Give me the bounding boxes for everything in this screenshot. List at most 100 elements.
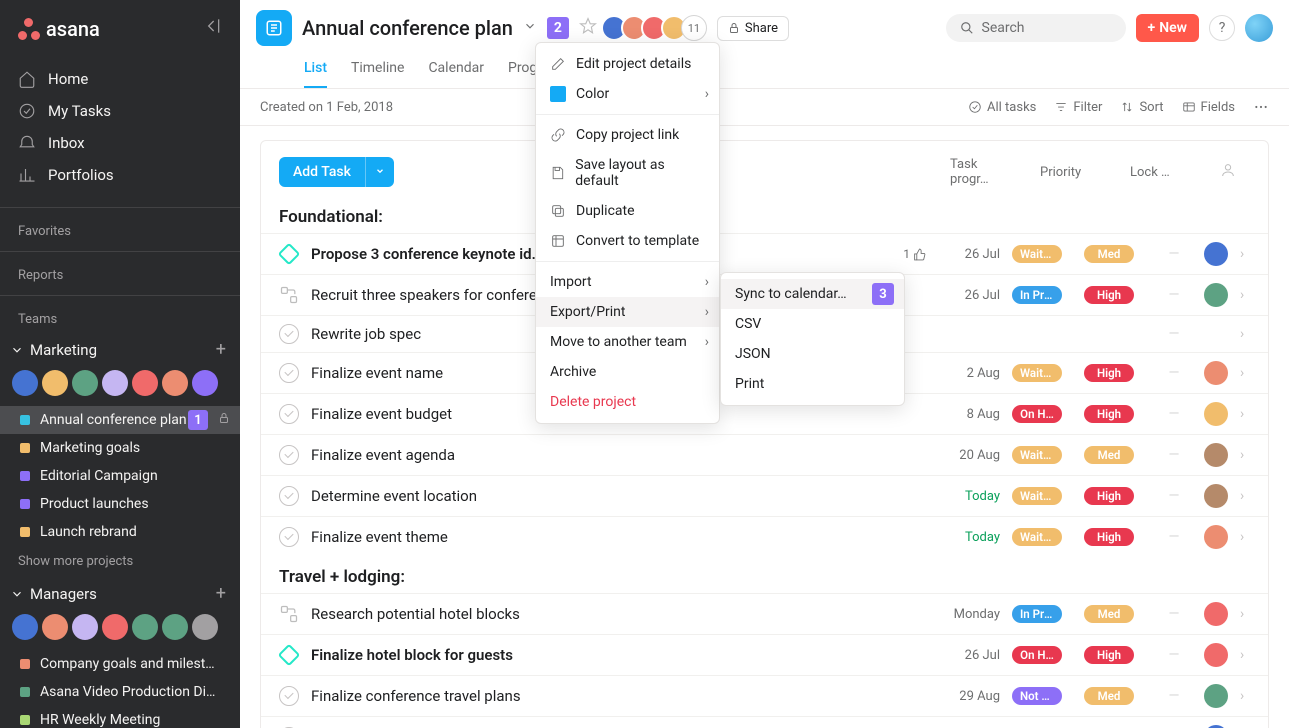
sidebar-project-item[interactable]: Company goals and milest… bbox=[0, 650, 240, 678]
show-more-projects[interactable]: Show more projects bbox=[0, 546, 240, 577]
task-due-date[interactable]: 20 Aug bbox=[942, 448, 1000, 463]
task-lock-cell[interactable]: — bbox=[1156, 606, 1192, 622]
task-progress-pill[interactable]: Waiti… bbox=[1012, 364, 1062, 382]
chevron-right-icon[interactable]: › bbox=[1240, 287, 1254, 303]
task-assignee-avatar[interactable] bbox=[1204, 525, 1228, 549]
task-lock-cell[interactable]: — bbox=[1156, 406, 1192, 422]
task-complete-icon[interactable] bbox=[279, 363, 299, 383]
task-lock-cell[interactable]: — bbox=[1156, 647, 1192, 663]
chevron-right-icon[interactable]: › bbox=[1240, 447, 1254, 463]
task-lock-cell[interactable]: — bbox=[1156, 529, 1192, 545]
task-assignee-avatar[interactable] bbox=[1204, 361, 1228, 385]
team-member-avatar[interactable] bbox=[12, 370, 38, 396]
task-row[interactable]: Finalize event agenda20 AugWaiti…Med—› bbox=[261, 434, 1268, 475]
task-assignee-avatar[interactable] bbox=[1204, 242, 1228, 266]
task-row[interactable]: Finalize event themeTodayWaiti…High—› bbox=[261, 516, 1268, 557]
asana-logo[interactable]: asana bbox=[18, 17, 100, 41]
task-assignee-avatar[interactable] bbox=[1204, 484, 1228, 508]
menu-save-layout[interactable]: Save layout as default bbox=[536, 150, 719, 196]
team-member-avatar[interactable] bbox=[102, 370, 128, 396]
project-icon[interactable] bbox=[256, 10, 292, 46]
task-assignee-avatar[interactable] bbox=[1204, 602, 1228, 626]
task-row[interactable]: Finalize hotel block for guests26 JulOn … bbox=[261, 634, 1268, 675]
task-due-date[interactable]: Today bbox=[942, 530, 1000, 545]
team-header-marketing[interactable]: Marketing+ bbox=[0, 333, 240, 366]
section-header[interactable]: Foundational: bbox=[261, 197, 1268, 233]
chevron-right-icon[interactable]: › bbox=[1240, 606, 1254, 622]
task-assignee-avatar[interactable] bbox=[1204, 402, 1228, 426]
task-likes[interactable]: 1 bbox=[903, 247, 926, 261]
nav-portfolios[interactable]: Portfolios bbox=[0, 159, 240, 191]
fields-button[interactable]: Fields bbox=[1182, 100, 1235, 115]
menu-delete-project[interactable]: Delete project bbox=[536, 387, 719, 417]
chevron-right-icon[interactable]: › bbox=[1240, 529, 1254, 545]
task-complete-icon[interactable] bbox=[279, 404, 299, 424]
project-menu-caret-icon[interactable] bbox=[523, 19, 537, 37]
team-member-avatar[interactable] bbox=[132, 370, 158, 396]
task-row[interactable]: Research potential hotel blocksMondayIn … bbox=[261, 593, 1268, 634]
task-progress-pill[interactable]: Waiti… bbox=[1012, 487, 1062, 505]
tab-list[interactable]: List bbox=[304, 54, 327, 88]
task-lock-cell[interactable]: — bbox=[1156, 447, 1192, 463]
task-row[interactable]: Propose 3 conference keynote id…126 JulW… bbox=[261, 233, 1268, 274]
task-complete-icon[interactable] bbox=[279, 527, 299, 547]
add-task-dropdown[interactable] bbox=[365, 157, 394, 187]
add-to-team-icon[interactable]: + bbox=[216, 339, 226, 360]
add-task-button[interactable]: Add Task bbox=[279, 157, 365, 187]
task-assignee-avatar[interactable] bbox=[1204, 684, 1228, 708]
task-lock-cell[interactable]: — bbox=[1156, 688, 1192, 704]
task-assignee-avatar[interactable] bbox=[1204, 643, 1228, 667]
menu-color[interactable]: Color› bbox=[536, 79, 719, 109]
section-header[interactable]: Travel + lodging: bbox=[261, 557, 1268, 593]
task-row[interactable]: Finalize conference travel plans29 AugNo… bbox=[261, 675, 1268, 716]
task-due-date[interactable]: Monday bbox=[942, 607, 1000, 622]
team-member-avatar[interactable] bbox=[192, 370, 218, 396]
team-member-avatar[interactable] bbox=[132, 614, 158, 640]
current-user-avatar[interactable] bbox=[1245, 14, 1273, 42]
task-progress-pill[interactable]: On H… bbox=[1012, 646, 1062, 664]
team-member-avatar[interactable] bbox=[42, 614, 68, 640]
sidebar-project-item[interactable]: Launch rebrand bbox=[0, 518, 240, 546]
task-priority-pill[interactable]: Med bbox=[1084, 605, 1134, 623]
tab-calendar[interactable]: Calendar bbox=[428, 54, 484, 88]
task-row[interactable]: Book team travel29 AugNot S…Med—› bbox=[261, 716, 1268, 728]
col-header-priority[interactable]: Priority bbox=[1040, 165, 1100, 180]
menu-import[interactable]: Import› bbox=[536, 267, 719, 297]
chevron-right-icon[interactable]: › bbox=[1240, 647, 1254, 663]
team-member-avatar[interactable] bbox=[192, 614, 218, 640]
sidebar-project-item[interactable]: HR Weekly Meeting bbox=[0, 706, 240, 728]
task-due-date[interactable]: 26 Jul bbox=[942, 288, 1000, 303]
task-lock-cell[interactable]: — bbox=[1156, 326, 1192, 342]
task-due-date[interactable]: 26 Jul bbox=[942, 247, 1000, 262]
task-priority-pill[interactable]: Med bbox=[1084, 687, 1134, 705]
sidebar-project-item[interactable]: Product launches bbox=[0, 490, 240, 518]
collapse-sidebar-icon[interactable] bbox=[202, 16, 222, 41]
task-priority-pill[interactable]: High bbox=[1084, 646, 1134, 664]
sidebar-project-item[interactable]: Editorial Campaign bbox=[0, 462, 240, 490]
task-lock-cell[interactable]: — bbox=[1156, 287, 1192, 303]
sidebar-project-item[interactable]: Asana Video Production Di… bbox=[0, 678, 240, 706]
col-header-assignee-icon[interactable] bbox=[1220, 162, 1240, 182]
submenu-json[interactable]: JSON bbox=[721, 339, 904, 369]
team-member-avatar[interactable] bbox=[162, 370, 188, 396]
team-member-avatar[interactable] bbox=[12, 614, 38, 640]
nav-my-tasks[interactable]: My Tasks bbox=[0, 95, 240, 127]
favorite-star-icon[interactable] bbox=[579, 17, 597, 39]
task-progress-pill[interactable]: Not S… bbox=[1012, 687, 1062, 705]
col-header-lock[interactable]: Lock … bbox=[1130, 165, 1190, 180]
task-complete-icon[interactable] bbox=[279, 324, 299, 344]
project-title[interactable]: Annual conference plan bbox=[302, 16, 513, 40]
task-due-date[interactable]: 26 Jul bbox=[942, 648, 1000, 663]
task-complete-icon[interactable] bbox=[279, 686, 299, 706]
task-priority-pill[interactable]: High bbox=[1084, 528, 1134, 546]
submenu-csv[interactable]: CSV bbox=[721, 309, 904, 339]
favorites-section-label[interactable]: Favorites bbox=[0, 214, 240, 245]
task-due-date[interactable]: 8 Aug bbox=[942, 407, 1000, 422]
search-input[interactable]: Search bbox=[946, 14, 1126, 42]
task-priority-pill[interactable]: High bbox=[1084, 364, 1134, 382]
menu-move-team[interactable]: Move to another team› bbox=[536, 327, 719, 357]
task-progress-pill[interactable]: Waiti… bbox=[1012, 245, 1062, 263]
submenu-print[interactable]: Print bbox=[721, 369, 904, 399]
chevron-right-icon[interactable]: › bbox=[1240, 365, 1254, 381]
team-member-avatar[interactable] bbox=[72, 614, 98, 640]
